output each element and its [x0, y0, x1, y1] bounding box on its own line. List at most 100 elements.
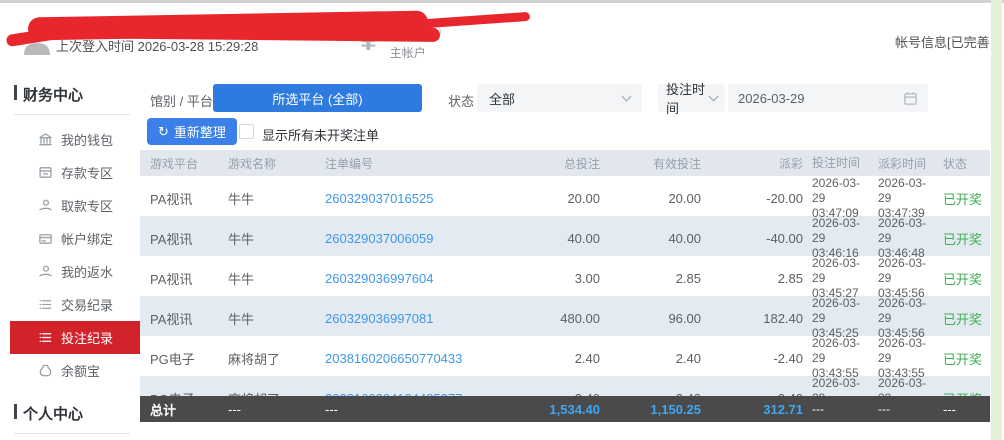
col-header-bet-time: 投注时间: [803, 156, 873, 171]
hand-coin-icon: [38, 198, 53, 213]
sidebar-item-yuebao[interactable]: 余额宝: [0, 354, 140, 387]
sidebar-section-personal-title: 个人中心: [14, 403, 130, 434]
cell-game: 牛牛: [228, 269, 325, 288]
status-badge: 已开奖: [938, 229, 990, 248]
cell-payout: 2.85: [701, 271, 803, 286]
sidebar-item-label: 交易纪录: [61, 295, 113, 314]
show-unsettled-label: 显示所有未开奖注单: [262, 125, 379, 144]
cell-payout: 182.40: [701, 311, 803, 326]
account-info-link[interactable]: 帐号信息[已完善: [895, 32, 990, 51]
totals-game: ---: [228, 402, 325, 417]
bank-card-icon: [38, 231, 53, 246]
chevron-down-icon: [622, 91, 632, 101]
cell-payout-time: 2026-03-2903:43:55: [873, 336, 938, 381]
cell-valid-bet: 2.40: [600, 351, 701, 366]
col-header-order-no: 注单编号: [325, 155, 520, 172]
totals-order-no: ---: [325, 402, 520, 417]
cell-valid-bet: 96.00: [600, 311, 701, 326]
cell-bet-time: 2026-03-2903:45:25: [803, 296, 873, 341]
table-row: PA视讯 牛牛 260329037016525 20.00 20.00 -20.…: [140, 176, 990, 216]
cell-total-bet: 3.00: [520, 271, 600, 286]
status-select[interactable]: 全部: [477, 84, 642, 112]
deposit-box-icon: [38, 165, 53, 180]
sidebar-item-bet-records[interactable]: 投注纪录: [10, 321, 140, 354]
date-input[interactable]: 2026-03-29: [728, 84, 928, 112]
order-number-link[interactable]: 260329036997081: [325, 311, 520, 326]
col-header-status: 状态: [938, 155, 990, 172]
time-type-value: 投注时间: [666, 79, 705, 117]
sidebar-item-label: 我的返水: [61, 262, 113, 281]
col-header-valid-bet: 有效投注: [600, 155, 701, 172]
sidebar-item-label: 投注纪录: [61, 328, 113, 347]
table-row: PG电子 麻将胡了 2038160206650770433 2.40 2.40 …: [140, 336, 990, 376]
cell-game: 牛牛: [228, 309, 325, 328]
cell-valid-bet: 40.00: [600, 231, 701, 246]
cell-payout-time: 2026-03-2903:45:56: [873, 256, 938, 301]
bet-records-table: 游戏平台 游戏名称 注单编号 总投注 有效投注 派彩 投注时间 派彩时间 状态 …: [140, 150, 990, 422]
order-number-link[interactable]: 260329037006059: [325, 231, 520, 246]
sidebar-item-account-binding[interactable]: 帐户绑定: [0, 222, 140, 255]
table-row: PA视讯 牛牛 260329037006059 40.00 40.00 -40.…: [140, 216, 990, 256]
time-type-select[interactable]: 投注时间: [658, 84, 725, 112]
sidebar-item-label: 我的钱包: [61, 130, 113, 149]
show-unsettled-checkbox[interactable]: [239, 124, 254, 139]
totals-valid-bet: 1,150.25: [600, 402, 701, 417]
page-edge-strip: [991, 0, 1002, 440]
status-badge: 已开奖: [938, 349, 990, 368]
totals-payout: 312.71: [701, 402, 803, 417]
status-badge: 已开奖: [938, 189, 990, 208]
sidebar-item-label: 帐户绑定: [61, 229, 113, 248]
cell-game: 牛牛: [228, 229, 325, 248]
list-icon: [38, 297, 53, 312]
cell-platform: PG电子: [150, 349, 228, 368]
col-header-game: 游戏名称: [228, 155, 325, 172]
action-bar: ↻ 重新整理 显示所有未开奖注单: [140, 116, 990, 150]
order-number-link[interactable]: 260329037016525: [325, 191, 520, 206]
status-badge: 已开奖: [938, 269, 990, 288]
totals-label: 总计: [150, 400, 228, 419]
calendar-icon: [903, 91, 918, 106]
sidebar-item-my-wallet[interactable]: 我的钱包: [0, 123, 140, 156]
date-value: 2026-03-29: [738, 91, 805, 106]
col-header-payout-time: 派彩时间: [873, 155, 938, 172]
sidebar-item-label: 存款专区: [61, 163, 113, 182]
money-bag-icon: [38, 363, 53, 378]
sidebar-item-deposit[interactable]: 存款专区: [0, 156, 140, 189]
refresh-button[interactable]: ↻ 重新整理: [147, 118, 237, 145]
cell-bet-time: 2026-03-2903:45:27: [803, 256, 873, 301]
cell-bet-time: 2026-03-2903:43:55: [803, 336, 873, 381]
cell-total-bet: 20.00: [520, 191, 600, 206]
status-badge: 已开奖: [938, 309, 990, 328]
sidebar-item-transaction-records[interactable]: 交易纪录: [0, 288, 140, 321]
cell-total-bet: 40.00: [520, 231, 600, 246]
cell-platform: PA视讯: [150, 269, 228, 288]
platform-filter-label: 馆别 / 平台: [150, 91, 213, 110]
totals-bet-time: ---: [803, 402, 873, 417]
sidebar-section-finance-title: 财务中心: [14, 84, 130, 115]
order-number-link[interactable]: 260329036997604: [325, 271, 520, 286]
cell-platform: PA视讯: [150, 229, 228, 248]
col-header-platform: 游戏平台: [150, 155, 228, 172]
order-number-link[interactable]: 2038160206650770433: [325, 351, 520, 366]
sidebar-item-withdraw[interactable]: 取款专区: [0, 189, 140, 222]
bet-records-panel: 馆别 / 平台 所选平台 (全部) 状态 全部 投注时间 2026-03-29 …: [140, 72, 990, 440]
status-select-value: 全部: [489, 89, 515, 108]
selected-platform-button[interactable]: 所选平台 (全部): [213, 84, 422, 112]
cell-bet-time: 2026-03-2903:46:16: [803, 216, 873, 261]
totals-payout-time: ---: [873, 402, 938, 417]
cell-payout-time: 2026-03-2903:46:48: [873, 216, 938, 261]
col-header-payout: 派彩: [701, 155, 803, 172]
filter-bar: 馆别 / 平台 所选平台 (全部) 状态 全部 投注时间 2026-03-29: [140, 80, 990, 116]
status-filter-label: 状态: [448, 91, 474, 110]
cell-bet-time: 2026-03-2903:47:09: [803, 176, 873, 221]
sidebar-item-label: 余额宝: [61, 361, 100, 380]
sidebar: 财务中心 我的钱包 存款专区 取款专区 帐户绑定 我的返水: [0, 72, 140, 440]
cell-payout: -2.40: [701, 351, 803, 366]
topbar: 上次登入时间 2026-03-28 15:29:28 ¥ 3.40 ↻ 主帐户 …: [0, 3, 990, 72]
table-header-row: 游戏平台 游戏名称 注单编号 总投注 有效投注 派彩 投注时间 派彩时间 状态: [140, 150, 990, 176]
col-header-total-bet: 总投注: [520, 155, 600, 172]
sidebar-item-rebate[interactable]: 我的返水: [0, 255, 140, 288]
totals-status: ---: [938, 402, 990, 417]
cell-payout-time: 2026-03-2903:45:56: [873, 296, 938, 341]
table-row: PA视讯 牛牛 260329036997604 3.00 2.85 2.85 2…: [140, 256, 990, 296]
